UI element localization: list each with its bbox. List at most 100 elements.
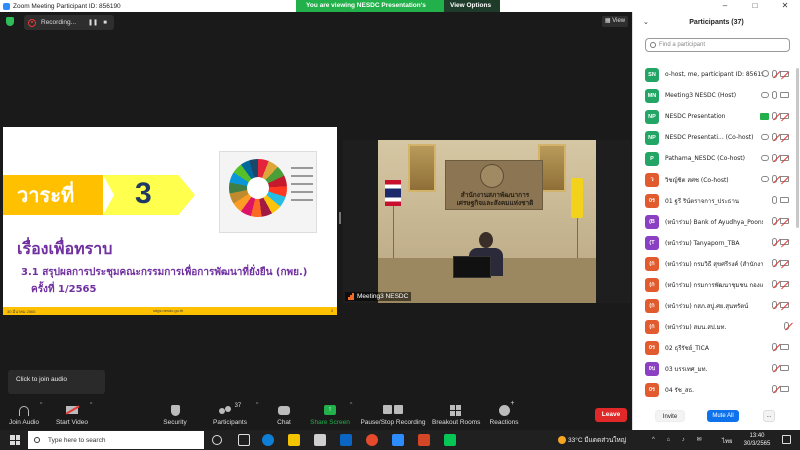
close-button[interactable]: ✕ [770, 0, 800, 12]
invite-button[interactable]: Invite [655, 410, 685, 422]
window-controls: – □ ✕ [710, 0, 800, 12]
participant-row[interactable]: (ก (หน้าร่วม) กสภ.สปู.ศย.สุนทรัตน์ [633, 295, 793, 316]
maximize-button[interactable]: □ [740, 0, 770, 12]
mic-muted-icon [772, 154, 777, 162]
chat-icon [278, 406, 290, 415]
split-divider-handle[interactable] [339, 212, 341, 224]
edge-browser-icon[interactable] [262, 434, 274, 446]
participants-title: Participants (37) [689, 19, 744, 26]
participant-row[interactable]: ว วิชญ์ชิต สศช (Co-host) [633, 169, 793, 190]
mail-icon[interactable] [340, 434, 352, 446]
participants-panel-footer: Invite Mute All ... [633, 408, 800, 428]
mute-all-button[interactable]: Mute All [707, 410, 739, 422]
file-explorer-icon[interactable] [288, 434, 300, 446]
windows-start-icon[interactable] [10, 435, 20, 445]
share-options-caret[interactable]: ^ [350, 402, 352, 408]
powerpoint-icon[interactable] [418, 434, 430, 446]
participant-row[interactable]: NP NESDC Presentation [633, 106, 793, 127]
participant-row[interactable]: P Pathama_NESDC (Co-host) [633, 148, 793, 169]
audio-level-icon [348, 293, 354, 300]
mic-muted-icon [772, 217, 777, 225]
pause-stop-recording-button[interactable]: Pause/Stop Recording [360, 403, 426, 429]
task-view-icon[interactable] [238, 434, 250, 446]
camera-video-tile[interactable]: สำนักงานสภาพัฒนาการ เศรษฐกิจและสังคมแห่ง… [343, 140, 631, 303]
cortana-icon[interactable] [212, 435, 222, 445]
security-button[interactable]: Security [160, 403, 190, 429]
window-title: Zoom Meeting Participant ID: 856190 [13, 2, 121, 10]
participant-row[interactable]: NP NESDC Presentati... (Co-host) [633, 127, 793, 148]
participant-row[interactable]: 0ร 04 รัช_สธ. [633, 379, 793, 400]
office-signboard: สำนักงานสภาพัฒนาการ เศรษฐกิจและสังคมแห่ง… [445, 160, 543, 210]
chat-button[interactable]: Chat [272, 403, 296, 429]
mic-muted-icon [772, 133, 777, 141]
leave-button[interactable]: Leave [595, 408, 627, 422]
participant-row[interactable]: (ก (หน้าร่วม) กรมการพัฒนาชุมชน กองแ... [633, 274, 793, 295]
slide-heading: เรื่องเพื่อทราบ [17, 239, 113, 258]
mic-muted-icon [772, 70, 777, 78]
slide-item-line2: ครั้งที่ 1/2565 [31, 284, 97, 295]
view-options-button[interactable]: View Options ▾ [444, 0, 500, 21]
notification-center-icon[interactable] [782, 435, 791, 444]
mic-muted-icon [772, 259, 777, 267]
participant-avatar: (ก [645, 298, 659, 313]
store-icon[interactable] [314, 434, 326, 446]
participants-button[interactable]: 37 Participants [210, 403, 250, 429]
participants-options-caret[interactable]: ^ [256, 402, 258, 408]
recording-status-icon [762, 70, 769, 77]
participant-name: (หน้าร่วม) กรมวิธี สุขศรีรงค์ (สำนักงาน.… [665, 260, 763, 268]
language-indicator[interactable]: ไทย [722, 436, 733, 446]
taskbar-search-input[interactable]: Type here to search [28, 431, 204, 449]
participant-row[interactable]: (B (หน้าร่วม) Bank of Ayudhya_Poonsi... [633, 211, 793, 232]
yellow-flag [571, 178, 583, 218]
breakout-rooms-button[interactable]: Breakout Rooms [432, 403, 480, 429]
taskbar-clock[interactable]: 13:40 30/3/2565 [742, 432, 772, 448]
chrome-icon[interactable] [366, 434, 378, 446]
participant-avatar: 0ร [645, 340, 659, 355]
video-off-icon [780, 71, 789, 77]
video-options-caret[interactable]: ^ [90, 402, 92, 408]
audio-options-caret[interactable]: ^ [40, 402, 42, 408]
line-app-icon[interactable] [444, 434, 456, 446]
slide-footer-page: 4 [330, 308, 333, 313]
slide-footer-date: 30 มีนาคม 2565 [7, 309, 36, 314]
agenda-number: 3 [135, 177, 152, 210]
view-layout-button[interactable]: ▦ View [602, 16, 628, 27]
participant-name: (หน้าร่วม) สมน.สป.มท. [665, 323, 727, 331]
camera-name: Meeting3 NESDC [357, 293, 409, 300]
meeting-topbar: Recording... ❚❚ ■ ▦ View [0, 12, 632, 32]
slide-item-line1: 3.1 สรุปผลการประชุมคณะกรรมการเพื่อการพัฒ… [21, 267, 308, 278]
collapse-panel-icon[interactable]: ⌄ [643, 12, 649, 34]
find-participant-input[interactable]: Find a participant [645, 38, 790, 52]
pause-recording-button[interactable]: ❚❚ [87, 19, 99, 26]
encryption-shield-icon[interactable] [6, 17, 14, 26]
start-video-button[interactable]: Start Video [52, 403, 92, 429]
office-seal-icon [480, 164, 504, 188]
participant-row[interactable]: SN o-host, me, participant ID: 856190) [633, 64, 793, 85]
participant-row[interactable]: 0ร 02 ธุรีรัชย์_TICA [633, 337, 793, 358]
participant-row[interactable]: (ก (หน้าร่วม) กรมวิธี สุขศรีรงค์ (สำนักง… [633, 253, 793, 274]
participant-name: (หน้าร่วม) กสภ.สปู.ศย.สุนทรัตน์ [665, 302, 749, 310]
zoom-taskbar-icon[interactable] [392, 434, 404, 446]
participant-row[interactable]: MN Meeting3 NESDC (Host) [633, 85, 793, 106]
participant-row[interactable]: (T (หน้าร่วม) Tanyaporn_TBA [633, 232, 793, 253]
video-off-icon [66, 406, 78, 414]
participant-avatar: P [645, 151, 659, 166]
signboard-text: สำนักงานสภาพัฒนาการ เศรษฐกิจและสังคมแห่ง… [456, 191, 534, 207]
participant-avatar: SN [645, 67, 659, 82]
participant-row[interactable]: 0ร 01 ฐรี ริน์ตราจการ_ประธาน [633, 190, 793, 211]
video-off-icon [780, 239, 789, 245]
weather-widget[interactable]: 33°C มีแดดส่วนใหญ่ [558, 435, 626, 445]
stop-recording-button[interactable]: ■ [99, 20, 111, 26]
participants-panel-header: ⌄ Participants (37) [633, 12, 800, 34]
reactions-button[interactable]: Reactions [488, 400, 520, 429]
participant-row[interactable]: (ก (หน้าร่วม) สมน.สป.มท. [633, 316, 793, 337]
more-options-button[interactable]: ... [763, 410, 775, 422]
participants-scrollbar[interactable] [796, 68, 799, 228]
system-tray-icons[interactable]: ^ ⌂ ♪ ✉ [652, 436, 706, 443]
participant-row[interactable]: 0บ 03 บรรเทศ_มท. [633, 358, 793, 379]
video-off-icon [780, 218, 789, 224]
share-screen-button[interactable]: ↑ Share Screen [310, 403, 350, 429]
minimize-button[interactable]: – [710, 0, 740, 12]
join-audio-button[interactable]: Join Audio [6, 403, 42, 429]
mic-muted-icon [772, 175, 777, 183]
